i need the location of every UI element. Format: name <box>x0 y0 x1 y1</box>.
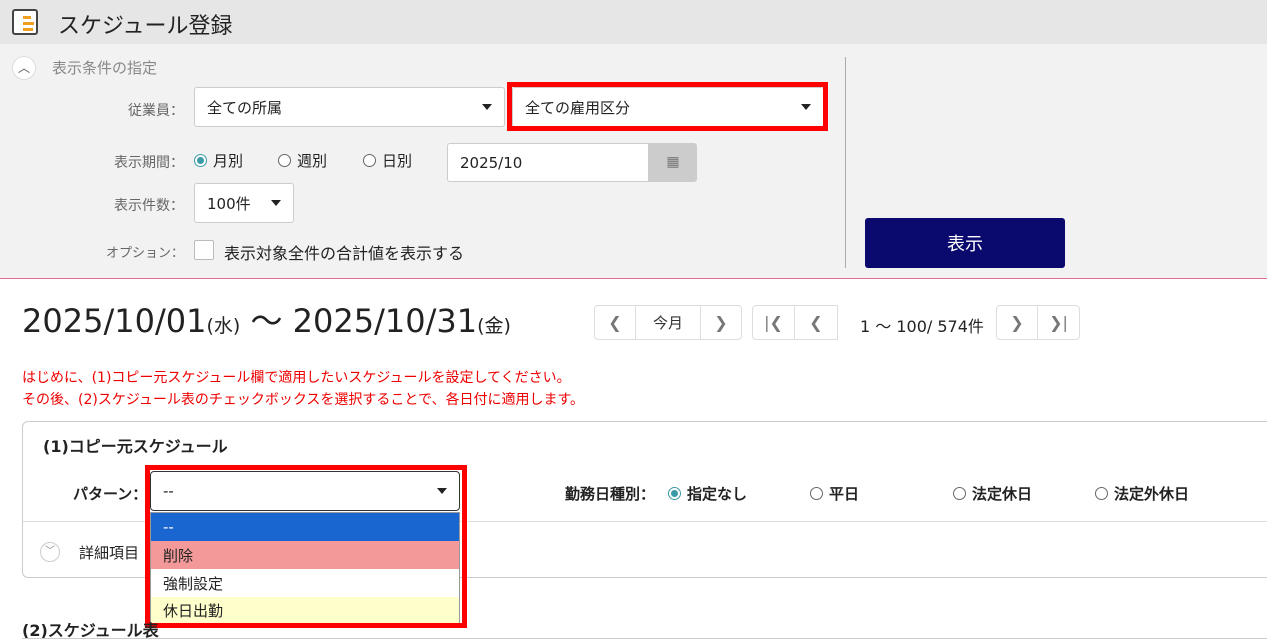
workday-radio-non-legal-holiday[interactable]: 法定外休日 <box>1095 483 1189 504</box>
first-page-button[interactable]: |❮ <box>752 305 795 340</box>
next-page-button[interactable]: ❯ <box>996 305 1038 340</box>
chevron-down-icon <box>482 104 492 110</box>
department-select[interactable]: 全ての所属 <box>194 87 505 127</box>
radio-label: 平日 <box>829 485 860 503</box>
app-header: スケジュール登録 <box>0 0 1267 44</box>
page-title: スケジュール登録 <box>58 14 233 39</box>
divider <box>845 57 846 268</box>
radio-icon <box>363 154 376 167</box>
calendar-icon[interactable]: ▦ <box>649 143 697 182</box>
radio-icon <box>278 154 291 167</box>
radio-icon <box>1095 487 1108 500</box>
workday-radio-legal-holiday[interactable]: 法定休日 <box>953 483 1032 504</box>
chevron-down-icon <box>271 200 281 206</box>
expand-chevron-down-icon[interactable]: ﹀ <box>40 542 60 562</box>
total-checkbox-label: 表示対象全件の合計値を表示する <box>224 244 465 263</box>
count-label: 表示件数： <box>114 198 184 214</box>
prev-page-button[interactable]: ❮ <box>794 305 838 340</box>
schedule-icon <box>12 9 38 35</box>
section-title: 表示条件の指定 <box>52 59 158 77</box>
collapse-chevron-up-icon[interactable]: ︿ <box>12 56 36 80</box>
radio-label: 指定なし <box>687 485 748 503</box>
radio-icon <box>953 487 966 500</box>
radio-checked-icon <box>194 154 207 167</box>
date-value: 2025/10 <box>460 153 523 172</box>
workday-label: 勤務日種別： <box>565 485 656 503</box>
highlight-box <box>145 465 467 628</box>
date-range: 2025/10/01(水) 〜 2025/10/31(金) <box>22 302 511 340</box>
details-label[interactable]: 詳細項目 <box>79 542 139 563</box>
highlight-box <box>507 82 828 131</box>
period-radio-weekly[interactable]: 週別 <box>278 150 327 171</box>
page-info: 1 ～ 100/ 574件 <box>860 317 984 336</box>
option-label: オプション： <box>105 246 184 261</box>
radio-icon <box>810 487 823 500</box>
radio-label: 法定休日 <box>972 485 1033 503</box>
last-page-button[interactable]: ❯| <box>1037 305 1080 340</box>
period-radio-monthly[interactable]: 月別 <box>194 150 243 171</box>
radio-label: 日別 <box>382 152 413 170</box>
prev-month-button[interactable]: ❮ <box>594 305 636 340</box>
radio-label: 法定外休日 <box>1114 485 1190 503</box>
this-month-button[interactable]: 今月 <box>635 305 701 340</box>
period-radio-daily[interactable]: 日別 <box>363 150 412 171</box>
radio-checked-icon <box>668 487 681 500</box>
workday-radio-weekday[interactable]: 平日 <box>810 483 859 504</box>
pattern-label: パターン： <box>73 485 148 503</box>
total-checkbox[interactable] <box>194 240 214 260</box>
filter-panel: ︿ 表示条件の指定 従業員： 全ての所属 全ての雇用区分 表示期間： 月別 週別… <box>0 44 1267 279</box>
show-button[interactable]: 表示 <box>865 218 1065 268</box>
instruction-1: はじめに、(1)コピー元スケジュール欄で適用したいスケジュールを設定してください… <box>22 370 571 386</box>
employee-label: 従業員： <box>128 103 184 119</box>
period-label: 表示期間： <box>114 155 184 171</box>
instruction-2: その後、(2)スケジュール表のチェックボックスを選択することで、各日付に適用しま… <box>22 392 585 408</box>
count-select[interactable]: 100件 <box>194 183 294 223</box>
date-input[interactable]: 2025/10 <box>447 143 649 182</box>
count-value: 100件 <box>207 194 251 213</box>
radio-label: 月別 <box>213 152 244 170</box>
radio-label: 週別 <box>297 152 328 170</box>
department-value: 全ての所属 <box>207 98 283 117</box>
copy-source-title: (1)コピー元スケジュール <box>43 437 228 456</box>
workday-radio-none[interactable]: 指定なし <box>668 483 747 504</box>
next-month-button[interactable]: ❯ <box>700 305 742 340</box>
divider <box>22 638 1267 639</box>
